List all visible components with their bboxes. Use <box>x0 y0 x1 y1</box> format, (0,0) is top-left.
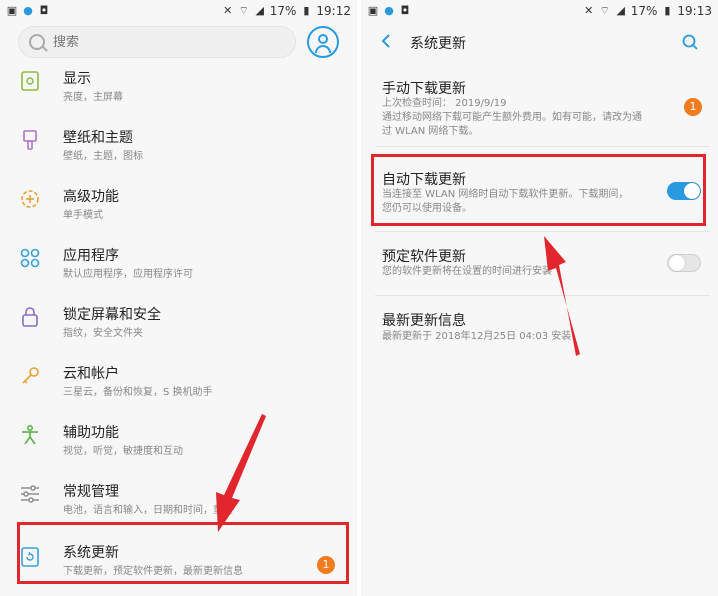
person-icon <box>318 34 328 44</box>
settings-main-panel: ▣ ● ◘ ✕ ⌔ ◢ 17% ▮ 19:12 显示 亮度，主屏幕 壁纸和主题 <box>0 0 357 596</box>
lock-icon <box>22 307 38 327</box>
setting-manual-download[interactable]: 手动下载更新 上次检查时间： 2019/9/19 通过移动网络下载可能产生额外费… <box>375 66 710 146</box>
menu-item-display[interactable]: 显示 亮度，主屏幕 <box>0 60 357 118</box>
sim-icon: ◘ <box>39 4 49 17</box>
setting-title: 最新更新信息 <box>382 313 466 329</box>
menu-item-title: 显示 <box>63 71 91 87</box>
account-avatar-button[interactable] <box>307 26 339 58</box>
menu-item-subtitle: 电池，语言和输入，日期和时间，重置 <box>63 505 233 516</box>
menu-item-cloud-accounts[interactable]: 云和帐户 三星云，备份和恢复，S 换机助手 <box>0 355 357 413</box>
setting-subtitle-line: 您的软件更新将在设置的时间进行安装 <box>382 266 552 277</box>
search-bar[interactable] <box>18 26 296 58</box>
signal-icon: ◢ <box>616 4 625 17</box>
wifi-icon: ⌔ <box>599 4 610 17</box>
setting-subtitle-line: 上次检查时间： 2019/9/19 <box>382 98 507 109</box>
menu-item-title: 辅助功能 <box>63 425 119 441</box>
menu-item-lockscreen-security[interactable]: 锁定屏幕和安全 指纹，安全文件夹 <box>0 296 357 354</box>
mute-icon: ✕ <box>223 4 233 17</box>
menu-item-title: 云和帐户 <box>63 366 119 382</box>
setting-subtitle-line: 过 WLAN 网络下载。 <box>382 126 479 137</box>
display-icon <box>21 71 39 91</box>
divider <box>375 146 710 147</box>
menu-item-wallpaper-theme[interactable]: 壁纸和主题 壁纸，主题，图标 <box>0 119 357 177</box>
key-icon <box>22 367 39 384</box>
setting-title: 手动下载更新 <box>382 81 466 97</box>
setting-subtitle-line: 最新更新于 2018年12月25日 04:03 安装 <box>382 331 572 342</box>
highlight-box-auto-download <box>371 154 706 226</box>
menu-item-subtitle: 三星云，备份和恢复，S 换机助手 <box>63 387 213 398</box>
search-button[interactable] <box>682 34 698 50</box>
menu-item-title: 常规管理 <box>63 484 119 500</box>
scheduled-update-toggle[interactable] <box>667 254 701 272</box>
app-bar: 系统更新 <box>361 22 718 62</box>
status-bar: ▣ ● ◘ ✕ ⌔ ◢ 17% ▮ 19:13 <box>361 0 718 22</box>
battery-icon: ▮ <box>664 4 671 17</box>
menu-item-subtitle: 指纹，安全文件夹 <box>63 328 143 339</box>
gallery-icon: ▣ <box>367 4 379 17</box>
update-count-badge: 1 <box>684 98 702 116</box>
wifi-icon: ⌔ <box>238 4 249 17</box>
menu-item-subtitle: 亮度，主屏幕 <box>63 92 123 103</box>
menu-item-title: 应用程序 <box>63 248 119 264</box>
menu-item-title: 壁纸和主题 <box>63 130 133 146</box>
notification-icon: ● <box>384 4 394 17</box>
clock: 19:12 <box>316 4 351 18</box>
sliders-icon <box>21 485 39 503</box>
gear-plus-icon <box>21 190 39 208</box>
menu-item-advanced-features[interactable]: 高级功能 单手模式 <box>0 178 357 236</box>
menu-item-title: 锁定屏幕和安全 <box>63 307 161 323</box>
search-icon <box>29 34 45 50</box>
signal-icon: ◢ <box>255 4 264 17</box>
highlight-box-system-update <box>17 522 349 584</box>
page-title: 系统更新 <box>410 36 466 52</box>
menu-item-accessibility[interactable]: 辅助功能 视觉，听觉，敏捷度和互动 <box>0 414 357 472</box>
search-input[interactable] <box>53 34 253 50</box>
setting-latest-update-info[interactable]: 最新更新信息 最新更新于 2018年12月25日 04:03 安装 <box>375 296 710 360</box>
menu-item-apps[interactable]: 应用程序 默认应用程序，应用程序许可 <box>0 237 357 295</box>
setting-subtitle-line: 通过移动网络下载可能产生额外费用。如有可能，请改为通 <box>382 112 642 123</box>
menu-item-title: 高级功能 <box>63 189 119 205</box>
chevron-left-icon <box>381 34 390 48</box>
gallery-icon: ▣ <box>6 4 18 17</box>
menu-item-subtitle: 壁纸，主题，图标 <box>63 151 143 162</box>
status-bar: ▣ ● ◘ ✕ ⌔ ◢ 17% ▮ 19:12 <box>0 0 357 22</box>
menu-item-subtitle: 单手模式 <box>63 210 103 221</box>
mute-icon: ✕ <box>584 4 594 17</box>
search-icon <box>682 34 698 50</box>
system-update-panel: ▣ ● ◘ ✕ ⌔ ◢ 17% ▮ 19:13 系统更新 手动下载更新 上次检查… <box>361 0 718 596</box>
setting-title: 预定软件更新 <box>382 249 466 265</box>
brush-icon <box>23 130 37 150</box>
battery-percent: 17% <box>630 4 658 18</box>
battery-percent: 17% <box>269 4 297 18</box>
accessibility-icon <box>22 424 38 445</box>
menu-item-subtitle: 默认应用程序，应用程序许可 <box>63 269 193 280</box>
apps-grid-icon <box>20 248 40 268</box>
setting-scheduled-update[interactable]: 预定软件更新 您的软件更新将在设置的时间进行安装 <box>375 232 710 294</box>
sim-icon: ◘ <box>400 4 410 17</box>
back-button[interactable] <box>379 34 393 48</box>
battery-icon: ▮ <box>303 4 310 17</box>
menu-item-subtitle: 视觉，听觉，敏捷度和互动 <box>63 446 183 457</box>
clock: 19:13 <box>677 4 712 18</box>
notification-icon: ● <box>23 4 33 17</box>
